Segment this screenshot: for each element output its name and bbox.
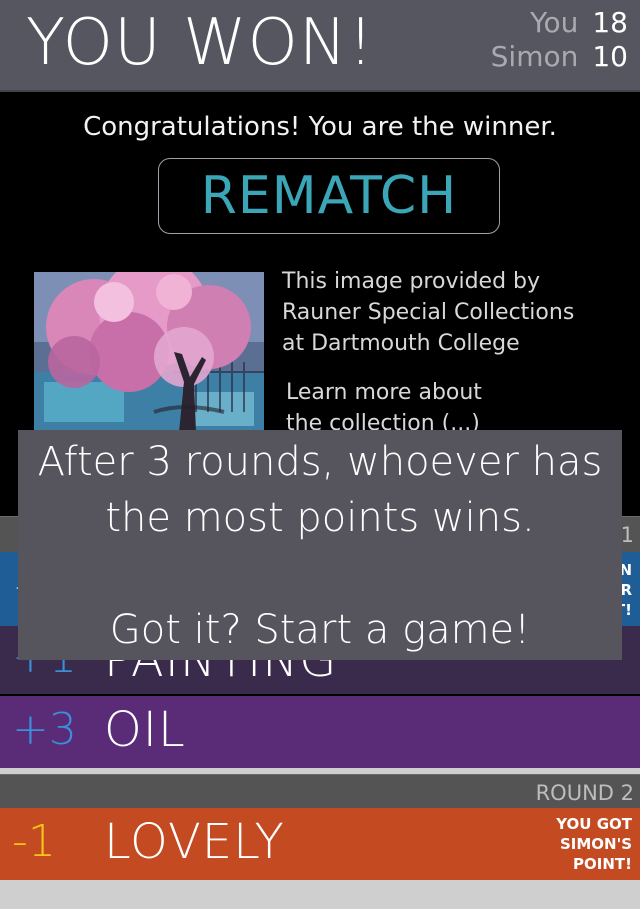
bottom-strip — [0, 880, 640, 909]
note-line: POINT! — [573, 855, 632, 873]
word-note: YOU GOT SIMON'S POINT! — [556, 814, 632, 874]
word-points: -1 — [12, 816, 56, 867]
player-score: 18 — [592, 6, 628, 39]
score-row-opponent: Simon 10 — [491, 40, 628, 74]
word-text: OIL — [104, 702, 186, 758]
word-row: -1 LOVELY YOU GOT SIMON'S POINT! — [0, 808, 640, 880]
congrats-message: Congratulations! You are the winner. — [83, 112, 557, 142]
result-title: YOU WON! — [26, 6, 375, 80]
credit-line: at Dartmouth College — [282, 331, 520, 356]
note-line: SIMON'S — [559, 835, 632, 853]
tutorial-spacer — [18, 546, 622, 602]
credit-line: This image provided by — [282, 269, 541, 294]
word-points: +3 — [12, 704, 77, 755]
word-row: +3 OIL — [0, 696, 640, 768]
player-name: You — [530, 6, 579, 39]
tutorial-line: Got it? Start a game! — [109, 607, 531, 653]
score-row-you: You 18 — [491, 6, 628, 40]
tutorial-line: the most points wins. — [105, 495, 535, 541]
image-credit: This image provided by Rauner Special Co… — [282, 266, 574, 359]
round-header-2: ROUND 2 — [0, 774, 640, 811]
credit-line: Rauner Special Collections — [282, 300, 575, 325]
artwork-image[interactable] — [34, 272, 264, 432]
word-text: LOVELY — [104, 814, 285, 870]
round-label: ROUND 2 — [535, 781, 634, 805]
opponent-score: 10 — [592, 40, 628, 73]
scoreboard: You 18 Simon 10 — [491, 6, 628, 74]
opponent-name: Simon — [490, 40, 579, 73]
tutorial-overlay[interactable]: After 3 rounds, whoever has the most poi… — [18, 430, 622, 660]
cherry-tree-painting — [34, 272, 264, 432]
learn-more-line: Learn more about — [286, 380, 482, 405]
round-label: 1 — [620, 523, 634, 547]
result-header: YOU WON! You 18 Simon 10 — [0, 0, 640, 92]
note-line: YOU GOT — [556, 815, 632, 833]
tutorial-line: After 3 rounds, whoever has — [37, 439, 603, 485]
rematch-button[interactable]: REMATCH — [158, 158, 500, 234]
